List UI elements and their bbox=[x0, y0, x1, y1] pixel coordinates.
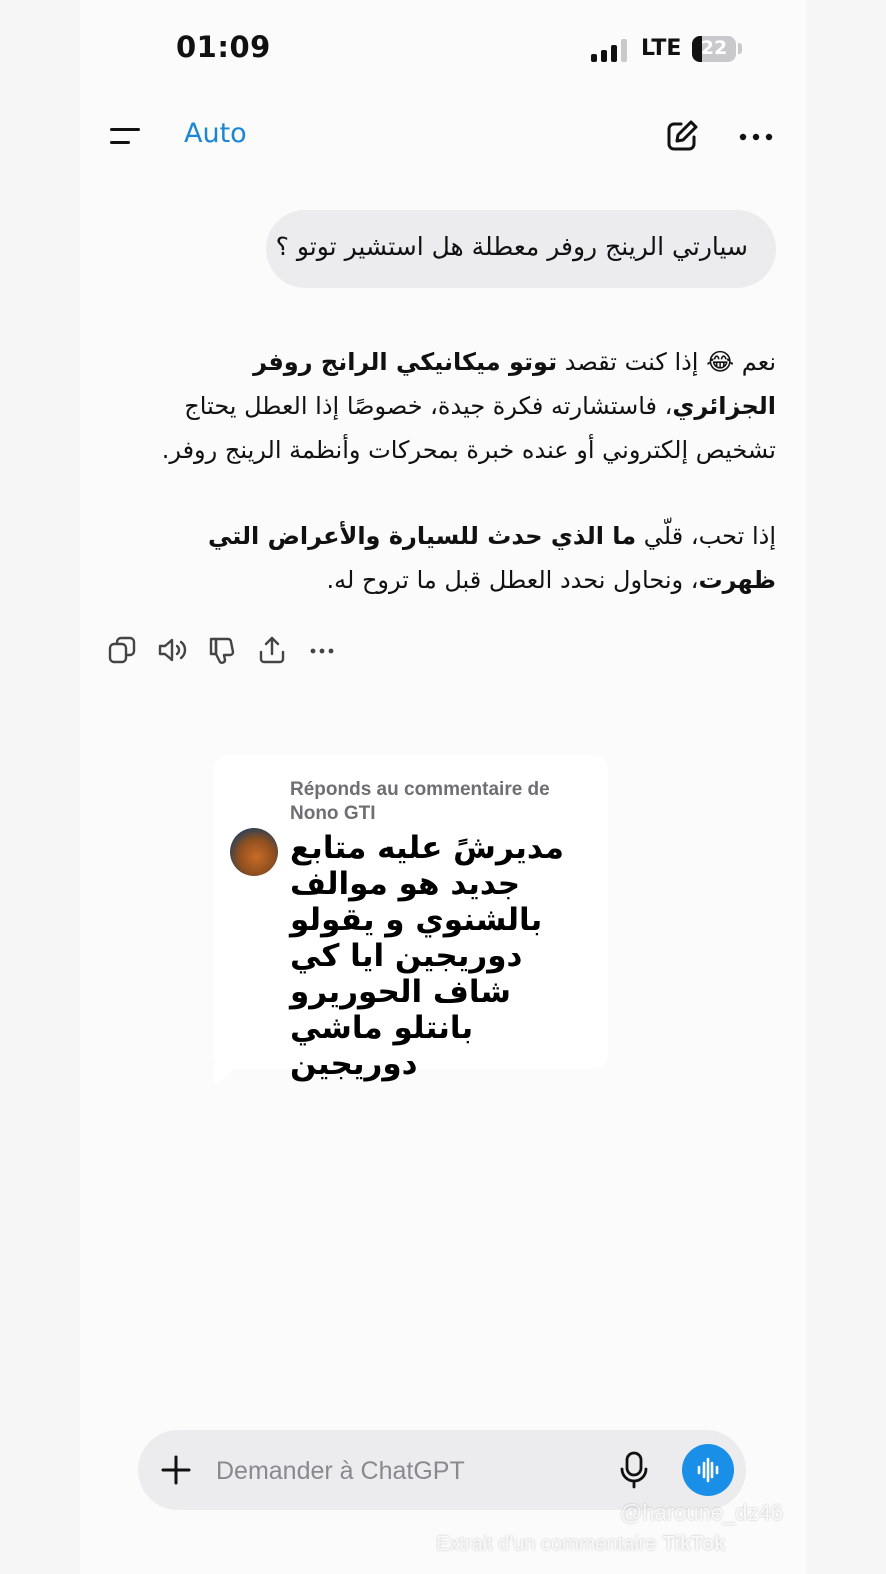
copy-icon[interactable] bbox=[106, 634, 138, 666]
user-message-bubble: سيارتي الرينج روفر معطلة هل استشير توتو … bbox=[266, 210, 776, 288]
comment-text: مديرشً عليه متابع جديد هو موالف بالشنوي … bbox=[290, 830, 564, 1082]
battery-percent: 22 bbox=[700, 37, 728, 59]
reply-to-header: Réponds au commentaire de Nono GTI bbox=[290, 779, 550, 824]
assistant-text: إذا تحب، قلّي bbox=[636, 522, 776, 550]
tiktok-logo-text: TikTok bbox=[662, 1533, 726, 1555]
comment-card-tail bbox=[214, 1064, 240, 1084]
assistant-text: نعم 😂 إذا كنت تقصد bbox=[557, 348, 776, 376]
voice-mode-button[interactable] bbox=[682, 1444, 734, 1496]
watermark-username: @haroune_dz46 bbox=[620, 1500, 784, 1525]
signal-icon bbox=[591, 38, 631, 62]
share-icon[interactable] bbox=[256, 634, 288, 666]
assistant-paragraph-2: إذا تحب، قلّي ما الذي حدث للسيارة والأعر… bbox=[140, 514, 776, 602]
prompt-input[interactable] bbox=[216, 1454, 596, 1488]
plus-icon[interactable] bbox=[158, 1452, 194, 1488]
assistant-text: ، ونحاول نحدد العطل قبل ما تروح له. bbox=[326, 566, 699, 594]
new-chat-icon[interactable] bbox=[664, 118, 700, 154]
menu-icon[interactable] bbox=[110, 124, 144, 150]
voice-mode-icon bbox=[697, 1457, 719, 1483]
thumbs-down-icon[interactable] bbox=[206, 634, 238, 666]
battery-icon: 22 bbox=[692, 36, 736, 62]
avatar bbox=[230, 828, 278, 876]
assistant-message: نعم 😂 إذا كنت تقصد توتو ميكانيكي الرانج … bbox=[140, 340, 776, 602]
read-aloud-icon[interactable] bbox=[156, 634, 188, 666]
status-time: 01:09 bbox=[176, 30, 271, 64]
more-icon[interactable] bbox=[738, 124, 774, 150]
battery-tip bbox=[738, 43, 742, 54]
microphone-icon[interactable] bbox=[618, 1450, 650, 1490]
watermark-caption-text: Extrait d'un commentaire bbox=[436, 1533, 657, 1555]
watermark-caption: Extrait d'un commentaire TikTok bbox=[436, 1533, 725, 1556]
assistant-paragraph-1: نعم 😂 إذا كنت تقصد توتو ميكانيكي الرانج … bbox=[140, 340, 776, 472]
more-options-icon[interactable] bbox=[306, 634, 338, 666]
network-type: LTE bbox=[641, 36, 682, 61]
model-selector[interactable]: Auto bbox=[184, 118, 247, 149]
user-message-text: سيارتي الرينج روفر معطلة هل استشير توتو … bbox=[275, 232, 748, 261]
